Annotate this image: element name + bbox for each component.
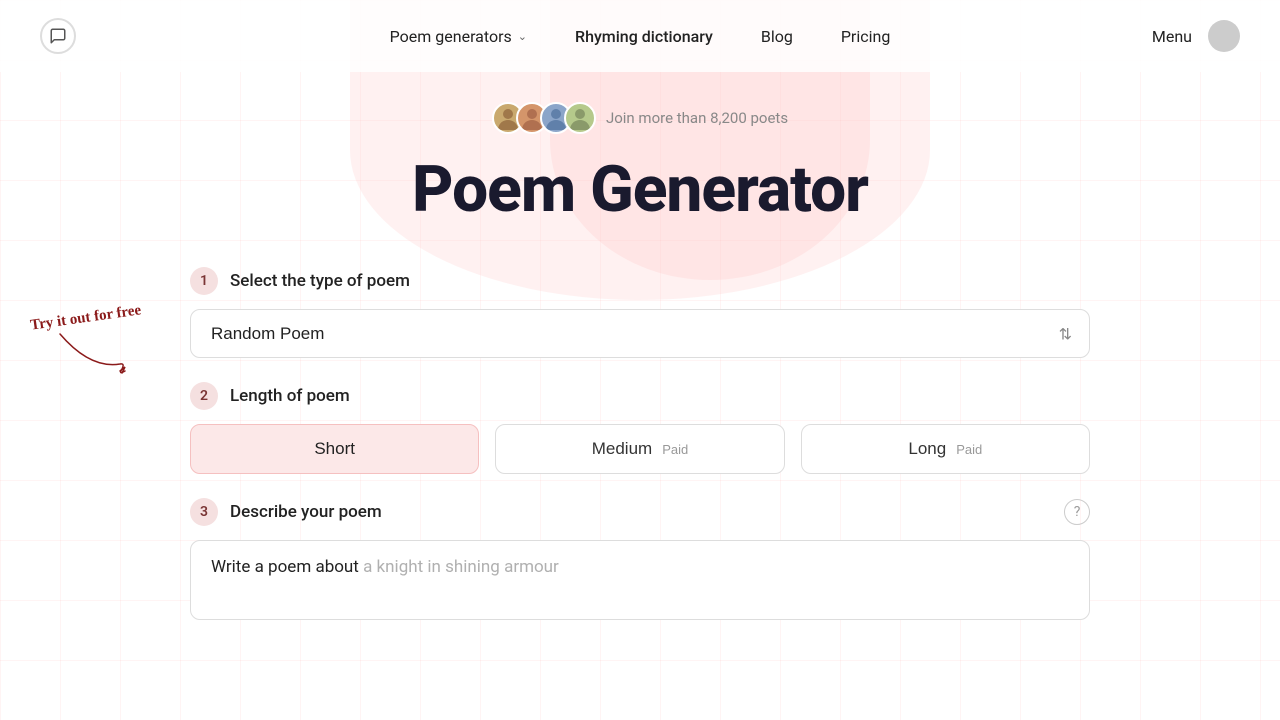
nav-poem-generators[interactable]: Poem generators ⌄ (390, 27, 527, 46)
step-2-header: 2 Length of poem (190, 382, 1090, 410)
nav-rhyming-dictionary[interactable]: Rhyming dictionary (575, 27, 713, 46)
step-3: 3 Describe your poem ? Write a poem abou… (190, 498, 1090, 620)
poet-avatars (492, 102, 596, 134)
navbar: Poem generators ⌄ Rhyming dictionary Blo… (0, 0, 1280, 72)
nav-pricing[interactable]: Pricing (841, 27, 891, 46)
medium-paid-badge: Paid (662, 442, 688, 457)
step-1-header: 1 Select the type of poem (190, 267, 1090, 295)
chevron-down-icon: ⌄ (518, 30, 527, 43)
poem-description-wrapper: Write a poem about a knight in shining a… (190, 540, 1090, 620)
length-medium-button[interactable]: Medium Paid (495, 424, 784, 474)
poem-type-select-wrapper: Random Poem Haiku Sonnet Limerick Free V… (190, 309, 1090, 358)
poets-row: Join more than 8,200 poets (492, 102, 788, 134)
step-2-label: Length of poem (230, 386, 350, 406)
step-3-label: Describe your poem (230, 502, 382, 522)
poets-text: Join more than 8,200 poets (606, 109, 788, 127)
long-paid-badge: Paid (956, 442, 982, 457)
nav-left (40, 18, 76, 54)
nav-blog[interactable]: Blog (761, 27, 793, 46)
try-arrow-icon (50, 329, 130, 379)
poet-avatar-4 (564, 102, 596, 134)
step-3-header: 3 Describe your poem ? (190, 498, 1090, 526)
chat-icon[interactable] (40, 18, 76, 54)
textarea-placeholder-text: a knight in shining armour (363, 557, 559, 577)
step-2: 2 Length of poem Short Medium Paid Long … (190, 382, 1090, 474)
try-annotation: Try it out for free (30, 310, 142, 379)
user-avatar[interactable] (1208, 20, 1240, 52)
length-buttons: Short Medium Paid Long Paid (190, 424, 1090, 474)
form-container: 1 Select the type of poem Random Poem Ha… (190, 267, 1090, 644)
step-1-number: 1 (190, 267, 218, 295)
main-content: Join more than 8,200 poets Poem Generato… (0, 72, 1280, 644)
textarea-prefix-text: Write a poem about (211, 557, 363, 577)
menu-button[interactable]: Menu (1152, 27, 1192, 46)
poem-type-select[interactable]: Random Poem Haiku Sonnet Limerick Free V… (190, 309, 1090, 358)
nav-center: Poem generators ⌄ Rhyming dictionary Blo… (390, 27, 891, 46)
length-short-button[interactable]: Short (190, 424, 479, 474)
step-3-number: 3 (190, 498, 218, 526)
page-title: Poem Generator (412, 152, 868, 227)
nav-right: Menu (1152, 20, 1240, 52)
length-long-button[interactable]: Long Paid (801, 424, 1090, 474)
step-1: 1 Select the type of poem Random Poem Ha… (190, 267, 1090, 358)
help-icon[interactable]: ? (1064, 499, 1090, 525)
step-2-number: 2 (190, 382, 218, 410)
step-3-left: 3 Describe your poem (190, 498, 382, 526)
step-1-label: Select the type of poem (230, 271, 410, 291)
